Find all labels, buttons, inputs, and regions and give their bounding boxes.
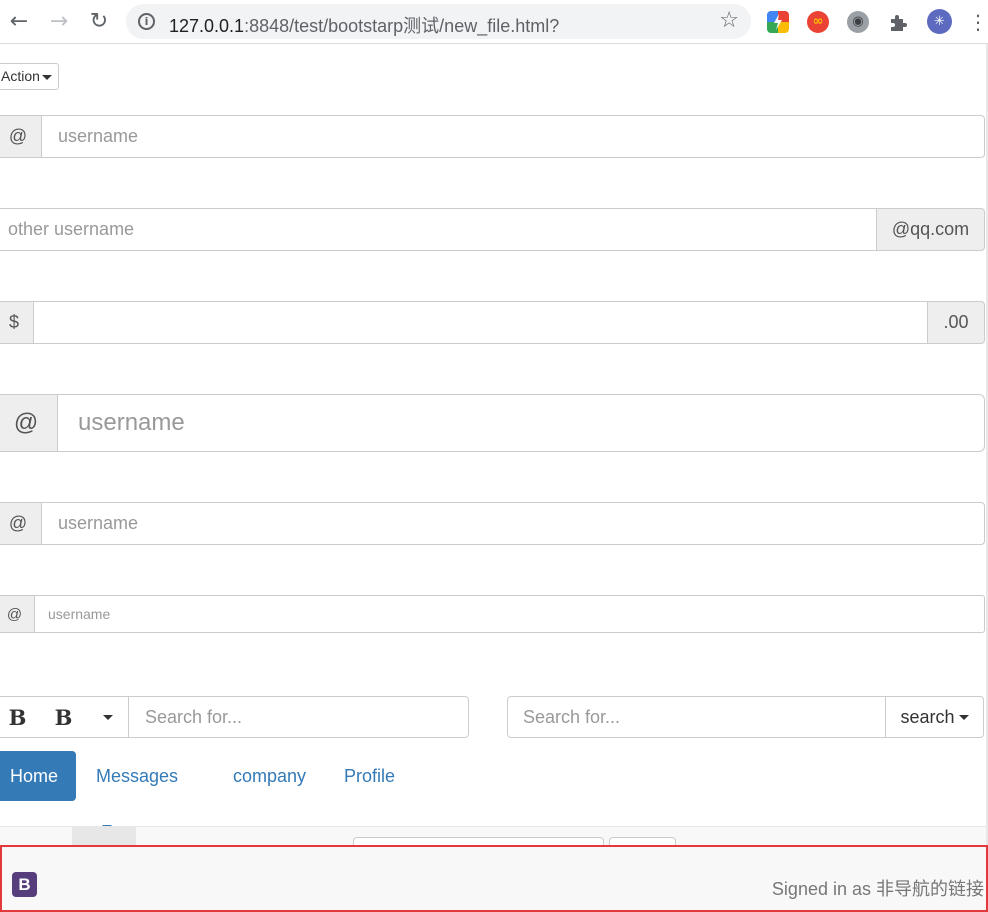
dollar-addon: $ [0,301,33,344]
input-group-username-default: @ username [0,115,985,158]
search-dropdown-button[interactable]: search [885,696,984,738]
action-dropdown-label: Action [1,68,40,84]
nav-home[interactable]: Home [0,751,77,801]
at-addon: @ [0,115,41,158]
caret-down-icon [41,74,52,80]
search-input-left[interactable]: Search for... [128,696,469,738]
bold-button-2[interactable]: B [40,696,88,738]
at-addon-small: @ [0,595,34,633]
info-icon[interactable]: i [138,13,155,30]
puzzle-icon[interactable] [887,11,909,33]
input-group-username-small: @ username [0,595,985,633]
bold-button-1[interactable]: B [0,696,41,738]
action-dropdown-button[interactable]: Action [0,63,59,90]
address-bar[interactable]: i 127.0.0.1:8848/test/bootstarp测试/new_fi… [126,4,751,39]
input-group-username-medium: @ username [0,502,985,545]
other-username-input[interactable]: other username [0,208,877,251]
nav-messages[interactable]: Messages [96,751,179,830]
amount-input[interactable] [33,301,928,344]
input-group-username-large: @ username [0,394,985,452]
search-input-right[interactable]: Search for... [507,696,886,738]
infinity-icon[interactable]: ∞ [807,11,829,33]
bookmark-star-icon[interactable]: ☆ [719,8,739,33]
nav-company[interactable]: company [233,751,306,801]
nav-messages-label: Messages [96,766,179,786]
input-group-email: other username @qq.com [0,208,985,251]
username-input-large[interactable]: username [57,394,985,452]
username-input[interactable]: username [41,115,985,158]
nav-profile[interactable]: Profile [344,751,395,801]
username-input-medium[interactable]: username [41,502,985,545]
fixed-bottom-navbar: B Signed in as 非导航的链接 [0,845,988,912]
search-button-label: search [900,706,955,727]
input-group-amount: $ .00 [0,301,985,344]
caret-down-icon [102,714,113,720]
caret-down-icon [958,714,969,720]
username-input-small[interactable]: username [34,595,985,633]
profile-avatar[interactable]: ✳ [927,9,952,34]
qq-domain-addon: @qq.com [877,208,985,251]
browser-menu-icon[interactable]: ⋮ [968,8,988,36]
toolbar-dropdown-button[interactable] [87,696,129,738]
browser-toolbar: ← → ↻ i 127.0.0.1:8848/test/bootstarp测试/… [0,0,988,44]
at-addon-medium: @ [0,502,41,545]
google-icon[interactable] [767,11,789,33]
at-addon-large: @ [0,394,57,452]
reload-icon[interactable]: ↻ [85,8,113,36]
url-host: 127.0.0.1 [169,16,245,36]
cents-addon: .00 [928,301,985,344]
forward-icon[interactable]: → [45,8,73,36]
back-icon[interactable]: ← [5,8,33,36]
url-text[interactable]: 127.0.0.1:8848/test/bootstarp测试/new_file… [169,12,559,38]
url-path: :8848/test/bootstarp测试/new_file.html? [244,16,560,36]
signed-in-text: Signed in as 非导航的链接 [771,879,984,899]
robot-icon[interactable]: ◉ [847,11,869,33]
bootstrap-logo-icon[interactable]: B [12,872,37,897]
